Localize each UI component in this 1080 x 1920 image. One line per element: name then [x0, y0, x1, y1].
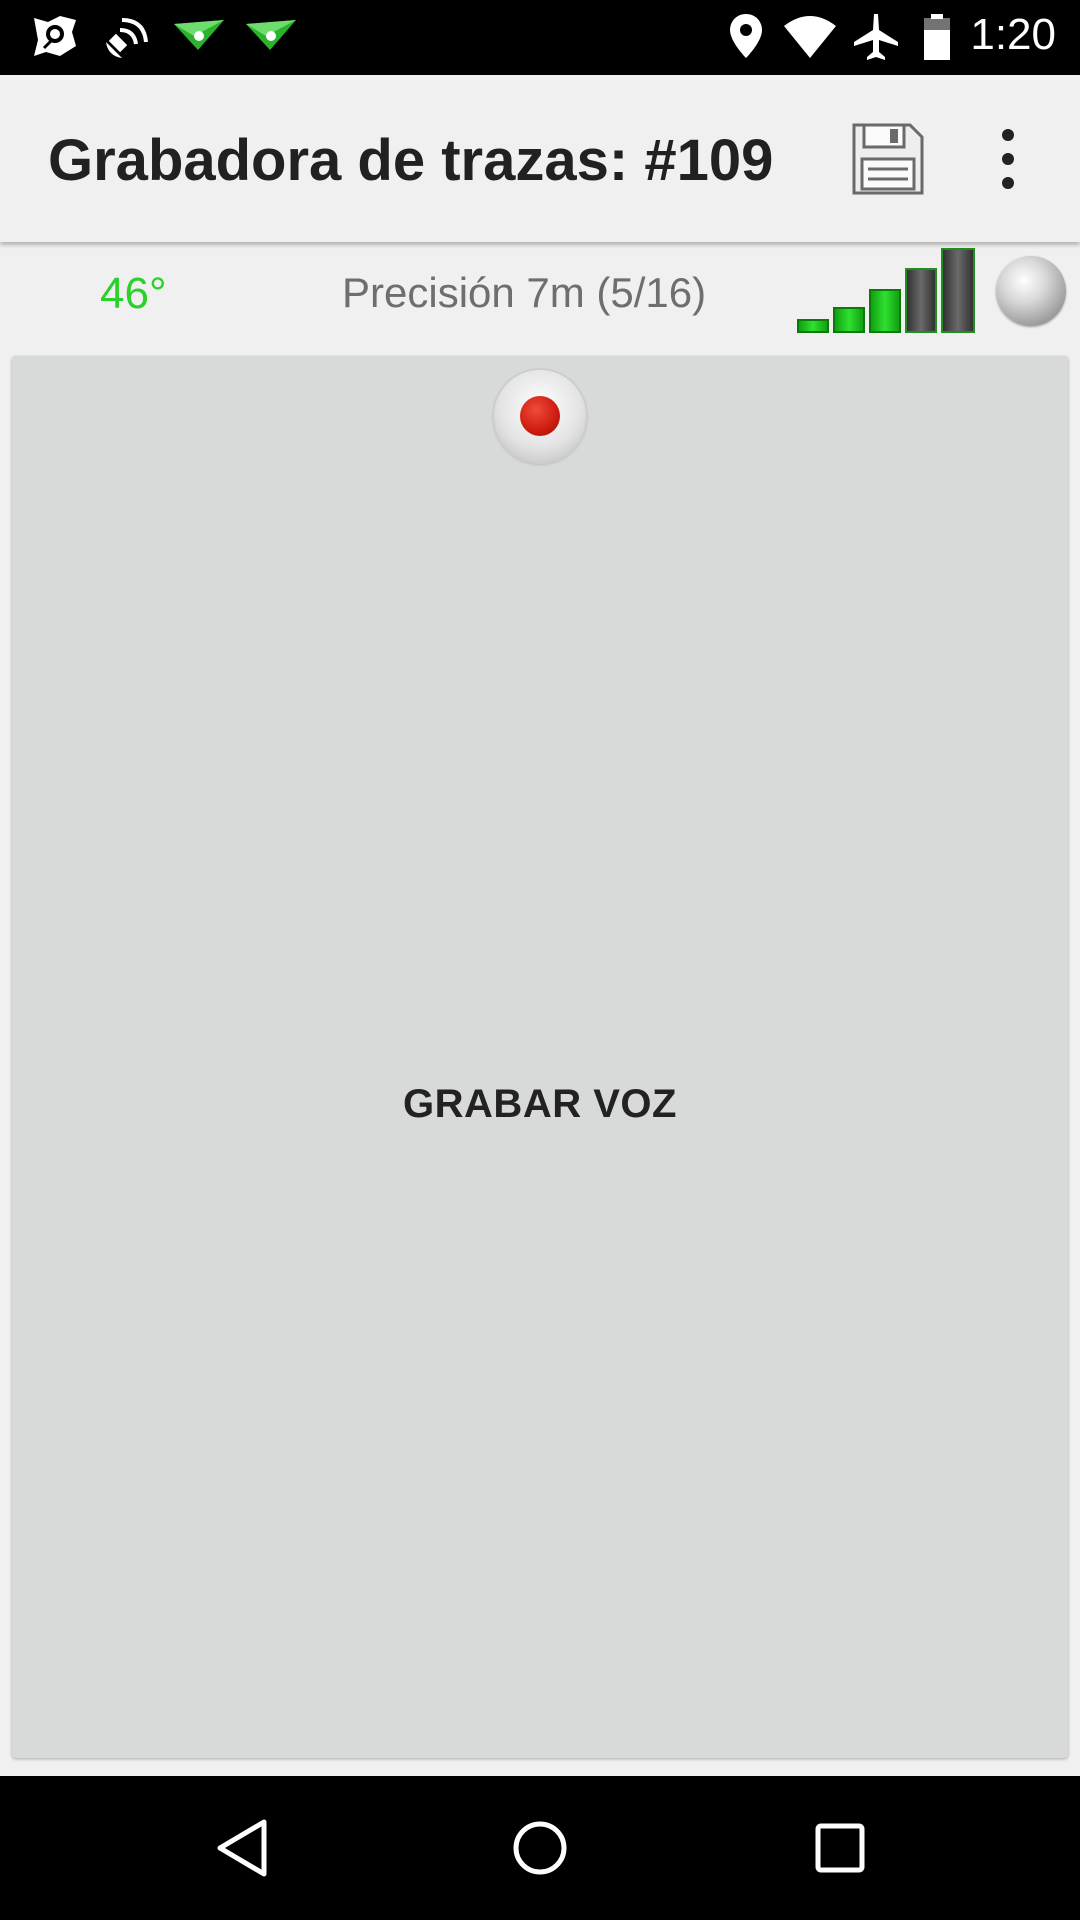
back-button[interactable]: [212, 1816, 272, 1885]
satellite-icon: [100, 12, 154, 67]
overflow-menu-button[interactable]: [990, 127, 1026, 191]
gps-signal-strength: [796, 245, 982, 335]
paper-plane-icon: [172, 12, 226, 67]
home-icon: [508, 1821, 572, 1884]
signal-bar: [905, 268, 937, 333]
gps-precision: Precisión 7m (5/16): [342, 269, 707, 316]
app-notification-icon: [30, 12, 80, 67]
recents-icon: [810, 1823, 870, 1884]
overflow-menu-icon: [990, 129, 1026, 195]
app-bar: Grabadora de trazas: #109: [0, 75, 1080, 242]
location-pin-icon: [728, 12, 764, 67]
save-button[interactable]: [850, 121, 926, 197]
recents-button[interactable]: [810, 1816, 870, 1885]
record-icon: [494, 370, 586, 462]
record-dot: [520, 396, 560, 436]
home-button[interactable]: [508, 1816, 572, 1885]
paper-plane-icon: [244, 12, 298, 67]
record-voice-label: GRABAR VOZ: [403, 1082, 677, 1126]
gps-status-row: 46° Precisión 7m (5/16): [0, 245, 1080, 355]
signal-bar: [869, 289, 901, 333]
gps-status-indicator[interactable]: [996, 256, 1066, 326]
clock: 1:20: [970, 10, 1056, 59]
page-title: Grabadora de trazas: #109: [48, 128, 774, 193]
navigation-bar: [0, 1776, 1080, 1920]
record-voice-panel[interactable]: GRABAR VOZ: [12, 356, 1068, 1758]
heading-value: 46°: [100, 269, 167, 318]
battery-icon: [922, 12, 952, 67]
save-icon: [850, 123, 926, 201]
back-icon: [212, 1819, 272, 1884]
signal-bar: [797, 319, 829, 333]
airplane-icon: [852, 12, 900, 67]
signal-bar: [833, 307, 865, 333]
wifi-icon: [782, 12, 838, 67]
status-bar: 1:20: [0, 0, 1080, 75]
signal-bar: [941, 248, 975, 333]
